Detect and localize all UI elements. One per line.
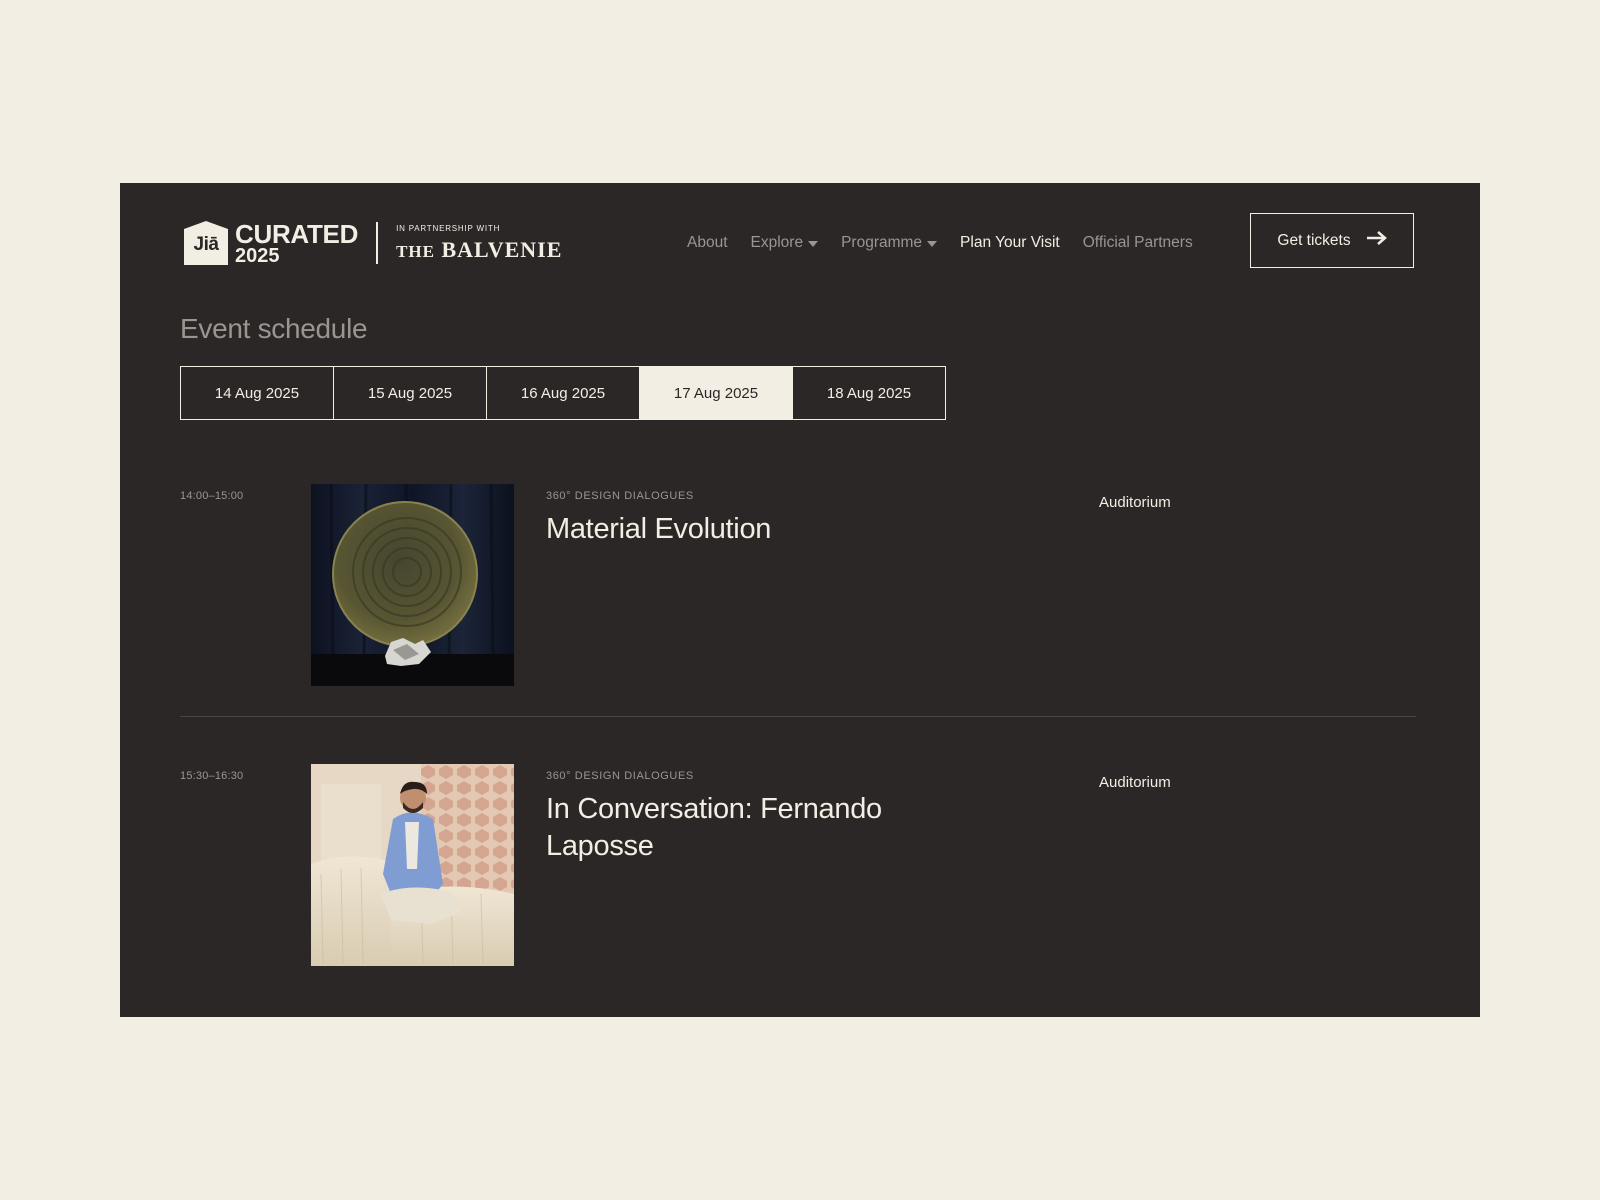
- partner-name: THE BALVENIE: [396, 237, 562, 263]
- event-category: 360° DESIGN DIALOGUES: [546, 770, 694, 782]
- caret-down-icon: [808, 241, 819, 247]
- brand-wordmark: CURATED 2025: [235, 221, 358, 266]
- get-tickets-button[interactable]: Get tickets: [1250, 213, 1414, 268]
- date-tab-18-aug[interactable]: 18 Aug 2025: [793, 367, 945, 419]
- nav-item-label: Official Partners: [1082, 234, 1193, 251]
- nav-item-explore[interactable]: Explore: [751, 234, 819, 252]
- event-photo-glass-disc: [311, 484, 514, 686]
- event-venue: Auditorium: [1099, 494, 1171, 511]
- website-window: Jiā CURATED 2025 IN PARTNERSHIP WITH THE…: [120, 183, 1480, 1017]
- nav-item-plan-your-visit[interactable]: Plan Your Visit: [960, 234, 1060, 252]
- event-title[interactable]: In Conversation: Fernando Laposse: [546, 791, 946, 865]
- caret-down-icon: [927, 241, 938, 247]
- logo-divider: [376, 222, 379, 264]
- nav-item-official-partners[interactable]: Official Partners: [1083, 234, 1193, 252]
- date-tab-17-aug[interactable]: 17 Aug 2025: [640, 367, 793, 419]
- jia-logo-badge: Jiā: [184, 221, 228, 265]
- nav-item-about[interactable]: About: [687, 234, 728, 252]
- nav-item-label: Programme: [841, 234, 923, 251]
- event-title[interactable]: Material Evolution: [546, 511, 946, 548]
- event-divider: [180, 716, 1416, 717]
- brand-line-2: 2025: [235, 244, 280, 267]
- event-photo-portrait: [311, 764, 514, 966]
- date-tab-15-aug[interactable]: 15 Aug 2025: [334, 367, 487, 419]
- get-tickets-label: Get tickets: [1277, 231, 1351, 249]
- event-image[interactable]: [311, 484, 514, 686]
- event-row[interactable]: 14:00–15:00 360° DESIGN DIALOGUES Materi…: [180, 484, 1416, 714]
- brand-line-1: CURATED: [235, 218, 359, 249]
- event-image[interactable]: [311, 764, 514, 966]
- nav-item-label: Plan Your Visit: [960, 234, 1060, 251]
- date-tab-14-aug[interactable]: 14 Aug 2025: [181, 367, 334, 419]
- event-category: 360° DESIGN DIALOGUES: [546, 490, 694, 502]
- date-tabs: 14 Aug 2025 15 Aug 2025 16 Aug 2025 17 A…: [180, 366, 946, 420]
- arrow-right-icon: [1366, 231, 1387, 250]
- event-row[interactable]: 15:30–16:30 360° DESIGN DIALOGUES In Con…: [180, 764, 1416, 994]
- site-header: Jiā CURATED 2025 IN PARTNERSHIP WITH THE…: [120, 183, 1480, 303]
- partner-name-main: BALVENIE: [441, 236, 563, 262]
- partner-name-prefix: THE: [396, 241, 435, 261]
- partner-logo: IN PARTNERSHIP WITH THE BALVENIE: [396, 224, 562, 263]
- event-time: 15:30–16:30: [180, 770, 244, 782]
- nav-item-label: Explore: [750, 234, 804, 251]
- event-venue: Auditorium: [1099, 774, 1171, 791]
- event-time: 14:00–15:00: [180, 490, 244, 502]
- site-logo[interactable]: Jiā CURATED 2025 IN PARTNERSHIP WITH THE…: [184, 219, 562, 267]
- nav-item-programme[interactable]: Programme: [841, 234, 938, 252]
- page-title: Event schedule: [180, 313, 368, 344]
- date-tab-16-aug[interactable]: 16 Aug 2025: [487, 367, 640, 419]
- main-nav: About Explore Programme Plan Your Visit …: [687, 231, 1216, 255]
- badge-text: Jiā: [193, 234, 219, 255]
- partner-label: IN PARTNERSHIP WITH: [396, 223, 501, 233]
- nav-item-label: About: [687, 234, 728, 251]
